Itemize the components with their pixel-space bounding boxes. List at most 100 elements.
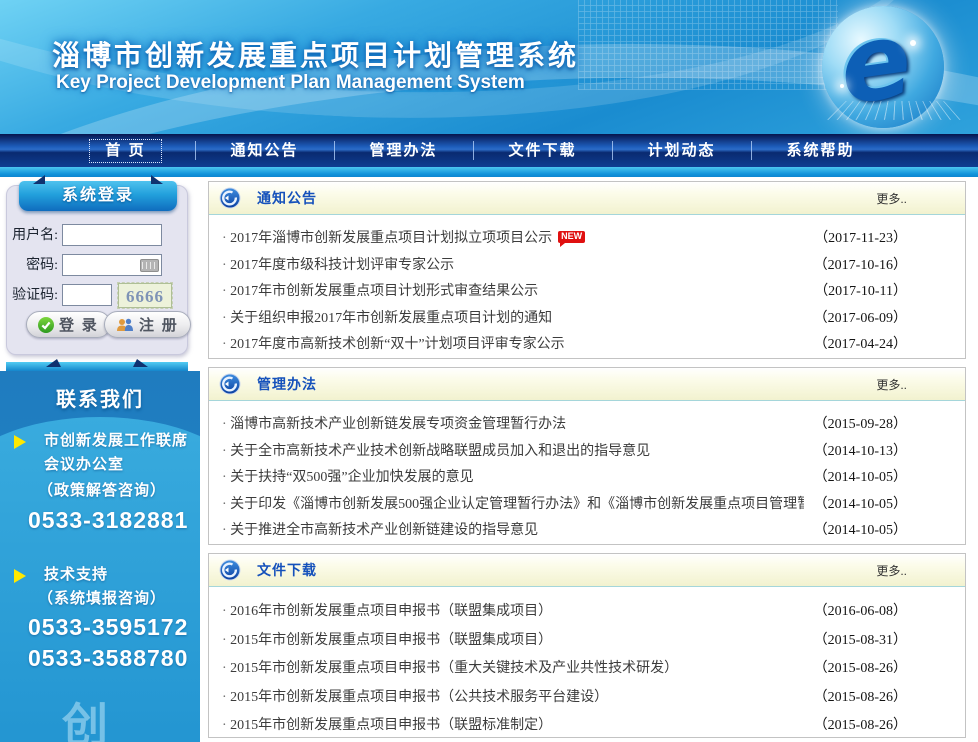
list-item-date: （2014-10-13）	[804, 440, 907, 460]
site-title: 淄博市创新发展重点项目计划管理系统	[52, 34, 579, 74]
list-item-date: （2015-08-26）	[804, 657, 907, 677]
list-item-text: 2015年市创新发展重点项目申报书（公共技术服务平台建设）	[222, 686, 608, 706]
triangle-bullet-icon	[14, 569, 26, 583]
password-label: 密码:	[0, 254, 58, 278]
nav-item-notices[interactable]: 通知公告	[195, 134, 334, 167]
list-item-text: 2015年市创新发展重点项目申报书（重大关键技术及产业共性技术研发）	[222, 657, 678, 677]
contact-office-line1: 市创新发展工作联席	[44, 429, 188, 450]
nav-item-home[interactable]: 首 页	[56, 134, 195, 167]
list-item-date: （2017-11-23）	[804, 227, 907, 247]
downloads-list: 2016年市创新发展重点项目申报书（联盟集成项目） （2016-06-08） 2…	[209, 587, 965, 739]
list-item-date: （2017-06-09）	[804, 307, 907, 327]
main-navigation: 首 页 通知公告 管理办法 文件下载 计划动态 系统帮助	[0, 134, 978, 167]
list-item-date: （2017-04-24）	[804, 333, 907, 353]
list-item[interactable]: 关于组织申报2017年市创新发展重点项目计划的通知 （2017-06-09）	[209, 304, 965, 331]
captcha-row: 验证码: 6666	[0, 284, 182, 308]
nav-item-plan-news[interactable]: 计划动态	[612, 134, 751, 167]
list-item-date: （2014-10-05）	[804, 466, 907, 486]
panel-header: 通知公告 更多..	[209, 182, 965, 215]
nav-item-measures[interactable]: 管理办法	[334, 134, 473, 167]
keyboard-icon[interactable]	[140, 259, 159, 272]
panel-arrow-icon	[219, 373, 241, 395]
list-item[interactable]: 2017年度市高新技术创新“双十”计划项目评审专家公示 （2017-04-24）	[209, 330, 965, 357]
login-button[interactable]: 登 录	[26, 311, 111, 338]
ribbon-fold-decoration	[133, 359, 148, 367]
captcha-label: 验证码:	[0, 284, 58, 308]
list-item[interactable]: 2017年市创新发展重点项目计划形式审查结果公示 （2017-10-11）	[209, 277, 965, 304]
header-banner: 淄博市创新发展重点项目计划管理系统 Key Project Developmen…	[0, 0, 978, 134]
password-row: 密码:	[0, 254, 182, 278]
login-button-label: 登 录	[59, 314, 99, 335]
more-link[interactable]: 更多..	[876, 562, 907, 579]
list-item-text: 淄博市高新技术产业创新链发展专项资金管理暂行办法	[222, 413, 566, 433]
notice-list: 2017年淄博市创新发展重点项目计划拟立项项目公示 NEW （2017-11-2…	[209, 215, 965, 357]
list-item-text: 关于扶持“双500强”企业加快发展的意见	[222, 466, 474, 486]
list-item-text: 关于印发《淄博市创新发展500强企业认定管理暂行办法》和《淄博市创新发展重点项目…	[222, 493, 804, 513]
contact-phone: 0533-3595172	[28, 614, 188, 641]
username-input[interactable]	[62, 224, 162, 246]
list-item-text: 关于组织申报2017年市创新发展重点项目计划的通知	[222, 307, 552, 327]
list-item[interactable]: 2015年市创新发展重点项目申报书（重大关键技术及产业共性技术研发） （2015…	[209, 653, 965, 682]
list-item-text: 关于全市高新技术产业技术创新战略联盟成员加入和退出的指导意见	[222, 440, 650, 460]
username-row: 用户名:	[0, 224, 182, 248]
login-panel-title: 系统登录	[62, 187, 134, 204]
panel-header: 管理办法 更多..	[209, 368, 965, 401]
contact-office-line2: 会议办公室	[44, 453, 124, 474]
site-subtitle: Key Project Development Plan Management …	[56, 72, 525, 94]
list-item-date: （2015-08-26）	[804, 714, 907, 734]
list-item[interactable]: 2015年市创新发展重点项目申报书（联盟集成项目） （2015-08-31）	[209, 625, 965, 654]
watermark-character: 创	[62, 689, 108, 742]
list-item-text: 2016年市创新发展重点项目申报书（联盟集成项目）	[222, 600, 552, 620]
list-item-date: （2014-10-05）	[804, 519, 907, 539]
list-item[interactable]: 2017年度市级科技计划评审专家公示 （2017-10-16）	[209, 251, 965, 278]
panel-arrow-icon	[219, 187, 241, 209]
list-item-date: （2015-08-31）	[804, 629, 907, 649]
panel-arrow-icon	[219, 559, 241, 581]
more-link[interactable]: 更多..	[876, 190, 907, 207]
list-item-date: （2016-06-08）	[804, 600, 907, 620]
more-link[interactable]: 更多..	[876, 376, 907, 393]
ribbon-fold-decoration	[151, 175, 163, 184]
list-item-text: 2017年度市级科技计划评审专家公示	[222, 254, 454, 274]
list-item[interactable]: 2015年市创新发展重点项目申报书（联盟标准制定） （2015-08-26）	[209, 710, 965, 739]
list-item-text: 关于推进全市高新技术产业创新链建设的指导意见	[222, 519, 538, 539]
list-item[interactable]: 2017年淄博市创新发展重点项目计划拟立项项目公示 NEW （2017-11-2…	[209, 224, 965, 251]
new-badge: NEW	[558, 231, 585, 243]
list-item[interactable]: 关于推进全市高新技术产业创新链建设的指导意见 （2014-10-05）	[209, 516, 965, 543]
users-icon	[116, 318, 134, 332]
sparkle-icon	[910, 40, 916, 46]
list-item-text: 2015年市创新发展重点项目申报书（联盟集成项目）	[222, 629, 552, 649]
list-item[interactable]: 2015年市创新发展重点项目申报书（公共技术服务平台建设） （2015-08-2…	[209, 682, 965, 711]
contact-phone: 0533-3588780	[28, 645, 188, 672]
nav-highlight-strip	[0, 167, 978, 177]
sparkle-icon	[840, 84, 844, 88]
contact-title: 联系我们	[0, 383, 200, 412]
captcha-input[interactable]	[62, 284, 112, 306]
list-item[interactable]: 关于印发《淄博市创新发展500强企业认定管理暂行办法》和《淄博市创新发展重点项目…	[209, 490, 965, 517]
list-item[interactable]: 2016年市创新发展重点项目申报书（联盟集成项目） （2016-06-08）	[209, 596, 965, 625]
triangle-bullet-icon	[14, 435, 26, 449]
ribbon-fold-decoration	[33, 175, 45, 184]
list-item[interactable]: 淄博市高新技术产业创新链发展专项资金管理暂行办法 （2015-09-28）	[209, 410, 965, 437]
list-item-date: （2017-10-11）	[804, 280, 907, 300]
nav-item-help[interactable]: 系统帮助	[751, 134, 890, 167]
panel-title: 通知公告	[257, 188, 317, 208]
contact-section: 联系我们 市创新发展工作联席 会议办公室 （政策解答咨询） 0533-31828…	[0, 371, 200, 742]
list-item-date: （2015-08-26）	[804, 686, 907, 706]
nav-item-label: 系统帮助	[786, 142, 854, 159]
ribbon-fold-decoration	[46, 359, 61, 367]
measures-panel: 管理办法 更多.. 淄博市高新技术产业创新链发展专项资金管理暂行办法 （2015…	[208, 367, 966, 545]
list-item-text: 2017年度市高新技术创新“双十”计划项目评审专家公示	[222, 333, 565, 353]
register-button[interactable]: 注 册	[104, 311, 191, 338]
notices-panel: 通知公告 更多.. 2017年淄博市创新发展重点项目计划拟立项项目公示 NEW …	[208, 181, 966, 359]
banner-dot-grid-decoration	[578, 0, 838, 90]
downloads-panel: 文件下载 更多.. 2016年市创新发展重点项目申报书（联盟集成项目） （201…	[208, 553, 966, 738]
contact-phone: 0533-3182881	[28, 507, 188, 534]
nav-item-label: 文件下载	[508, 142, 576, 159]
list-item[interactable]: 关于全市高新技术产业技术创新战略联盟成员加入和退出的指导意见 （2014-10-…	[209, 437, 965, 464]
panel-title: 文件下载	[257, 560, 317, 580]
register-button-label: 注 册	[139, 314, 179, 335]
list-item[interactable]: 关于扶持“双500强”企业加快发展的意见 （2014-10-05）	[209, 463, 965, 490]
banner-rays-decoration	[827, 101, 969, 120]
nav-item-downloads[interactable]: 文件下载	[473, 134, 612, 167]
